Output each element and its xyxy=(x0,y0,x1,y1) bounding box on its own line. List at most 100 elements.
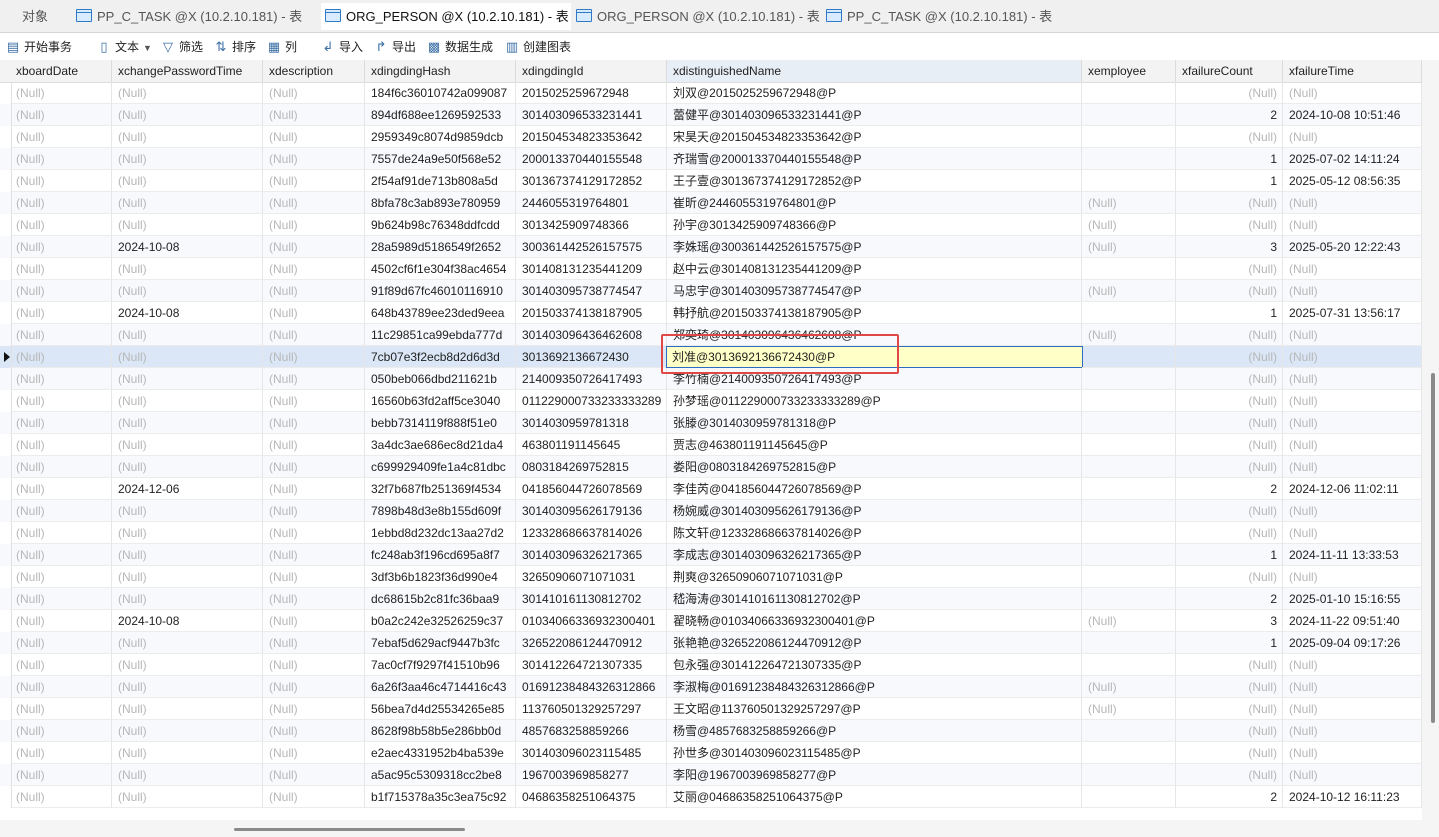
table-row[interactable]: (Null) (Null) (Null) dc68615b2c81fc36baa9 30… xyxy=(0,588,1422,610)
cell-xfailuretime[interactable]: (Null) xyxy=(1283,566,1422,588)
cell-xfailurecount[interactable]: (Null) xyxy=(1176,698,1283,720)
table-row[interactable]: (Null) (Null) (Null) 16560b63fd2aff5ce3040 0… xyxy=(0,390,1422,412)
cell-xdingdinghash[interactable]: 7898b48d3e8b155d609f xyxy=(365,500,516,522)
cell-xchangepasswordtime[interactable]: (Null) xyxy=(112,170,263,192)
cell-xdingdinghash[interactable]: a5ac95c5309318cc2be8 xyxy=(365,764,516,786)
cell-xfailuretime[interactable]: (Null) xyxy=(1283,522,1422,544)
cell-xchangepasswordtime[interactable]: 2024-10-08 xyxy=(112,302,263,324)
cell-xchangepasswordtime[interactable]: (Null) xyxy=(112,126,263,148)
cell-xdingdingid[interactable]: 01691238484326312866 xyxy=(516,676,667,698)
cell-xboarddate[interactable]: (Null) xyxy=(10,214,112,236)
cell-xfailurecount[interactable]: (Null) xyxy=(1176,324,1283,346)
cell-xemployee[interactable] xyxy=(1082,654,1176,676)
cell-xdingdinghash[interactable]: 91f89d67fc46010116910 xyxy=(365,280,516,302)
table-row[interactable]: (Null) (Null) (Null) 9b624b98c76348ddfcdd 30… xyxy=(0,214,1422,236)
table-row[interactable]: (Null) (Null) (Null) 8628f98b58b5e286bb0d 48… xyxy=(0,720,1422,742)
cell-xchangepasswordtime[interactable]: (Null) xyxy=(112,280,263,302)
cell-xboarddate[interactable]: (Null) xyxy=(10,764,112,786)
cell-xfailurecount[interactable]: (Null) xyxy=(1176,412,1283,434)
cell-xfailuretime[interactable]: (Null) xyxy=(1283,698,1422,720)
column-header-xchangepasswordtime[interactable]: xchangePasswordTime xyxy=(112,60,263,82)
cell-xdingdinghash[interactable]: e2aec4331952b4ba539e xyxy=(365,742,516,764)
cell-xemployee[interactable] xyxy=(1082,742,1176,764)
cell-xboarddate[interactable]: (Null) xyxy=(10,742,112,764)
table-row[interactable]: (Null) (Null) (Null) 2f54af91de713b808a5d 30… xyxy=(0,170,1422,192)
export-button[interactable]: ↱ 导出 xyxy=(373,37,416,57)
cell-xdingdinghash[interactable]: 8628f98b58b5e286bb0d xyxy=(365,720,516,742)
cell-xdescription[interactable]: (Null) xyxy=(263,390,365,412)
cell-xboarddate[interactable]: (Null) xyxy=(10,236,112,258)
cell-xfailurecount[interactable]: (Null) xyxy=(1176,390,1283,412)
cell-xdingdinghash[interactable]: 2f54af91de713b808a5d xyxy=(365,170,516,192)
cell-xdescription[interactable]: (Null) xyxy=(263,258,365,280)
cell-xdingdingid[interactable]: 200013370440155548 xyxy=(516,148,667,170)
cell-xfailuretime[interactable]: (Null) xyxy=(1283,742,1422,764)
cell-xdingdingid[interactable]: 113760501329257297 xyxy=(516,698,667,720)
cell-xemployee[interactable] xyxy=(1082,82,1176,104)
cell-xdingdinghash[interactable]: dc68615b2c81fc36baa9 xyxy=(365,588,516,610)
table-row[interactable]: (Null) (Null) (Null) 91f89d67fc46010116910 3… xyxy=(0,280,1422,302)
cell-xdescription[interactable]: (Null) xyxy=(263,280,365,302)
table-row[interactable]: (Null) (Null) (Null) 3a4dc3ae686ec8d21da4 46… xyxy=(0,434,1422,456)
cell-xdistinguishedname[interactable]: 张滕@3014030959781318@P xyxy=(667,412,1082,434)
cell-xdescription[interactable]: (Null) xyxy=(263,742,365,764)
cell-xdingdinghash[interactable]: 050beb066dbd211621b xyxy=(365,368,516,390)
table-row[interactable]: (Null) (Null) (Null) 184f6c36010742a099087 2… xyxy=(0,82,1422,104)
cell-xdingdingid[interactable]: 300361442526157575 xyxy=(516,236,667,258)
cell-xchangepasswordtime[interactable]: (Null) xyxy=(112,192,263,214)
cell-xdescription[interactable]: (Null) xyxy=(263,148,365,170)
cell-xchangepasswordtime[interactable]: (Null) xyxy=(112,368,263,390)
text-button[interactable]: ▯ 文本 ▼ xyxy=(96,37,152,57)
cell-xboarddate[interactable]: (Null) xyxy=(10,390,112,412)
cell-xboarddate[interactable]: (Null) xyxy=(10,104,112,126)
cell-xchangepasswordtime[interactable]: (Null) xyxy=(112,214,263,236)
cell-xdescription[interactable]: (Null) xyxy=(263,346,365,368)
table-row[interactable]: (Null) (Null) (Null) 11c29851ca99ebda777d 30… xyxy=(0,324,1422,346)
cell-xdistinguishedname[interactable]: 郑奕琦@301403096436462608@P xyxy=(667,324,1082,346)
cell-xemployee[interactable] xyxy=(1082,104,1176,126)
cell-xdistinguishedname[interactable]: 翟晓畅@01034066336932300401@P xyxy=(667,610,1082,632)
cell-xdistinguishedname[interactable]: 娄阳@0803184269752815@P xyxy=(667,456,1082,478)
cell-xdingdingid[interactable]: 123328686637814026 xyxy=(516,522,667,544)
cell-xchangepasswordtime[interactable]: (Null) xyxy=(112,434,263,456)
cell-xdistinguishedname[interactable]: 宋昊天@201504534823353642@P xyxy=(667,126,1082,148)
table-row[interactable]: (Null) (Null) (Null) 2959349c8074d9859dcb 20… xyxy=(0,126,1422,148)
cell-xboarddate[interactable]: (Null) xyxy=(10,148,112,170)
cell-xdescription[interactable]: (Null) xyxy=(263,236,365,258)
cell-xdingdingid[interactable]: 04686358251064375 xyxy=(516,786,667,808)
cell-xemployee[interactable]: (Null) xyxy=(1082,324,1176,346)
cell-xfailurecount[interactable]: (Null) xyxy=(1176,280,1283,302)
table-row[interactable]: (Null) (Null) (Null) 1ebbd8d232dc13aa27d2 12… xyxy=(0,522,1422,544)
cell-xfailurecount[interactable]: 2 xyxy=(1176,478,1283,500)
table-row[interactable]: (Null) (Null) (Null) b1f715378a35c3ea75c92 0… xyxy=(0,786,1422,808)
cell-xemployee[interactable] xyxy=(1082,544,1176,566)
cell-xboarddate[interactable]: (Null) xyxy=(10,170,112,192)
cell-xdescription[interactable]: (Null) xyxy=(263,544,365,566)
cell-xemployee[interactable] xyxy=(1082,720,1176,742)
cell-xdingdinghash[interactable]: 3a4dc3ae686ec8d21da4 xyxy=(365,434,516,456)
cell-xdistinguishedname[interactable]: 刘双@2015025259672948@P xyxy=(667,82,1082,104)
cell-xdistinguishedname[interactable]: 王文昭@113760501329257297@P xyxy=(667,698,1082,720)
cell-xfailurecount[interactable]: 2 xyxy=(1176,786,1283,808)
cell-xemployee[interactable] xyxy=(1082,434,1176,456)
cell-xboarddate[interactable]: (Null) xyxy=(10,566,112,588)
cell-xemployee[interactable] xyxy=(1082,588,1176,610)
cell-xemployee[interactable] xyxy=(1082,368,1176,390)
cell-xboarddate[interactable]: (Null) xyxy=(10,126,112,148)
cell-xdingdinghash[interactable]: 4502cf6f1e304f38ac4654 xyxy=(365,258,516,280)
cell-xdingdingid[interactable]: 3013692136672430 xyxy=(516,346,667,368)
cell-xfailurecount[interactable]: (Null) xyxy=(1176,126,1283,148)
cell-xdistinguishedname[interactable]: 李淑梅@01691238484326312866@P xyxy=(667,676,1082,698)
cell-xchangepasswordtime[interactable]: (Null) xyxy=(112,544,263,566)
cell-xfailurecount[interactable]: (Null) xyxy=(1176,522,1283,544)
cell-xfailuretime[interactable]: (Null) xyxy=(1283,258,1422,280)
cell-xdingdingid[interactable]: 201503374138187905 xyxy=(516,302,667,324)
cell-xfailuretime[interactable]: (Null) xyxy=(1283,720,1422,742)
cell-xboarddate[interactable]: (Null) xyxy=(10,478,112,500)
cell-xdistinguishedname[interactable]: 李阳@1967003969858277@P xyxy=(667,764,1082,786)
column-header-xdingdinghash[interactable]: xdingdingHash xyxy=(365,60,516,82)
cell-xdistinguishedname[interactable]: 嵇海涛@301410161130812702@P xyxy=(667,588,1082,610)
cell-xemployee[interactable]: (Null) xyxy=(1082,214,1176,236)
cell-xdingdinghash[interactable]: 8bfa78c3ab893e780959 xyxy=(365,192,516,214)
cell-xfailurecount[interactable]: (Null) xyxy=(1176,456,1283,478)
